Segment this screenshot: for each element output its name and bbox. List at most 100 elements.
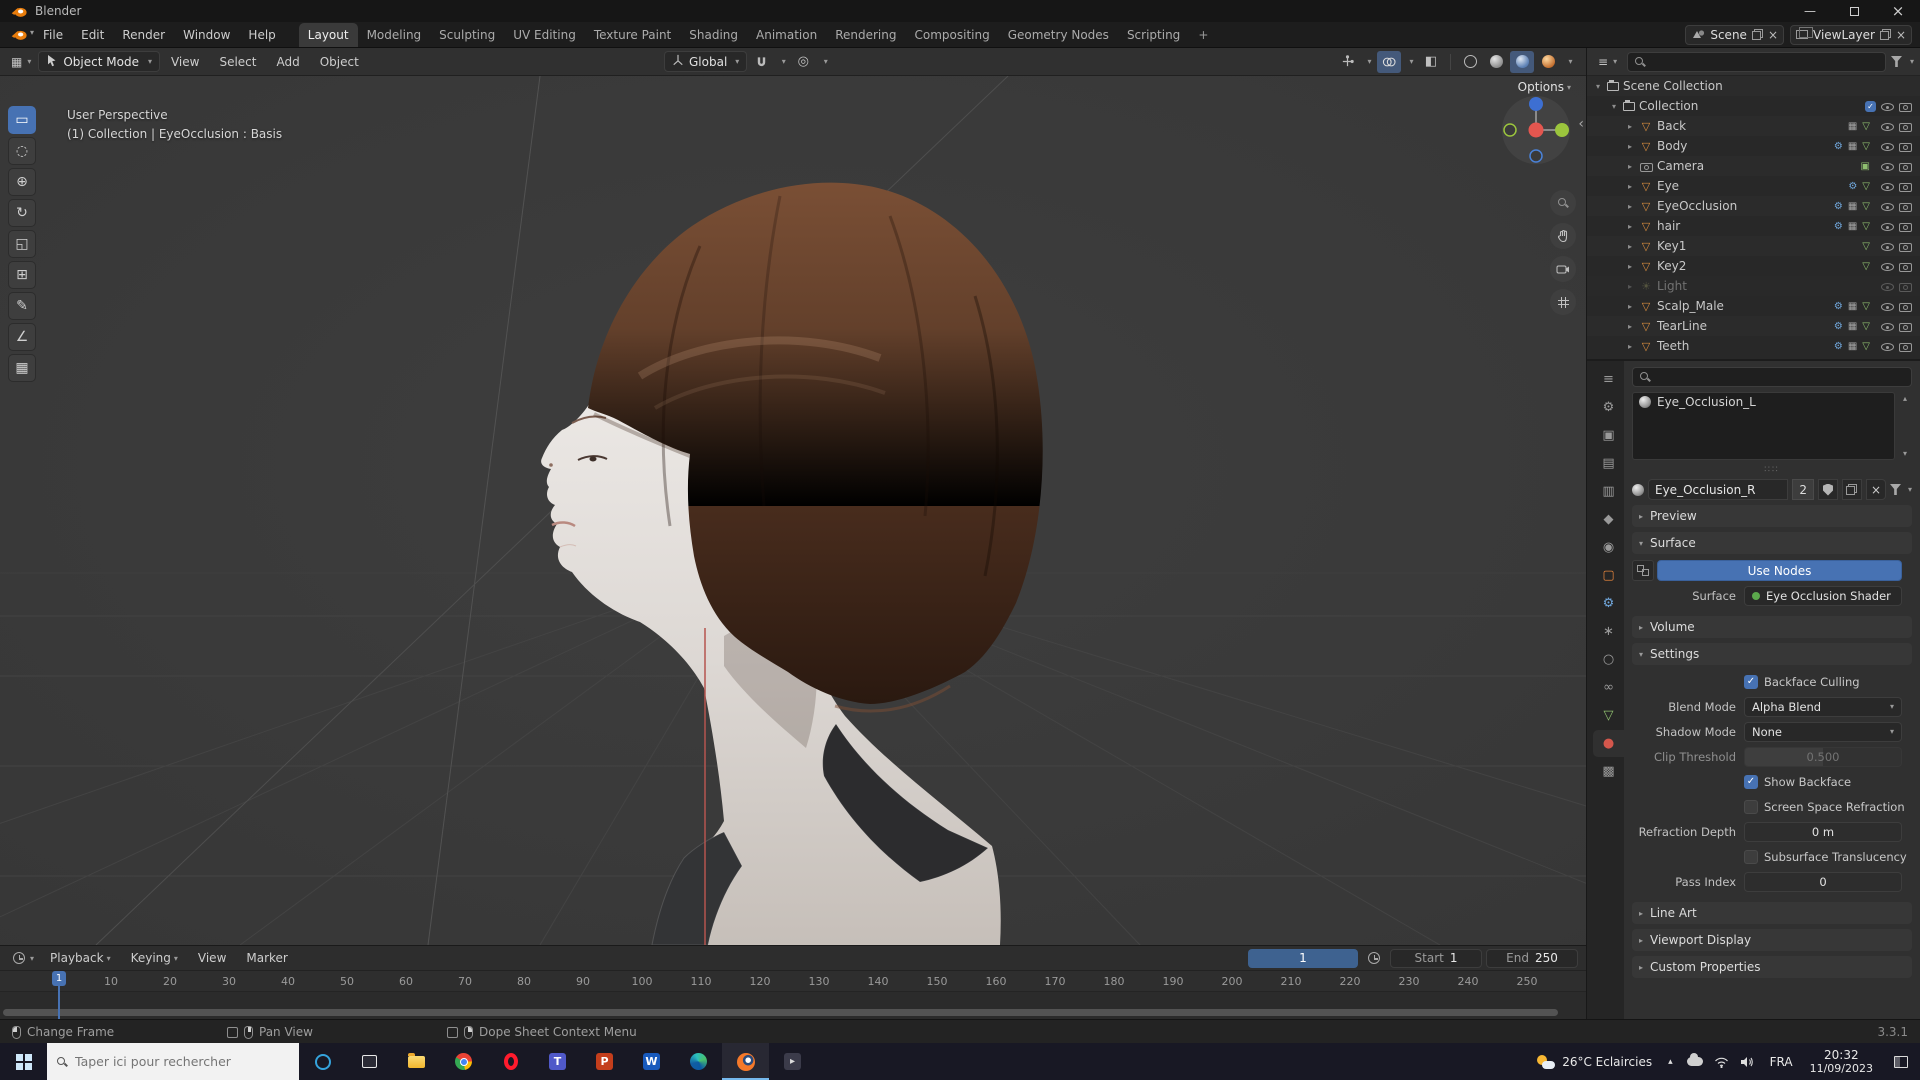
panel-preview[interactable]: ▸ Preview	[1632, 505, 1912, 527]
chrome-button[interactable]	[440, 1043, 487, 1080]
panel-settings[interactable]: ▾ Settings	[1632, 643, 1912, 665]
shading-wireframe-button[interactable]	[1458, 51, 1482, 73]
tool-tab[interactable]: ⚙	[1593, 394, 1624, 421]
remove-view-layer-icon[interactable]: ×	[1896, 28, 1906, 42]
render-tab[interactable]: ▣	[1593, 422, 1624, 449]
outliner-item-label[interactable]: Key2	[1657, 259, 1686, 273]
properties-search-field[interactable]	[1632, 367, 1912, 387]
outliner-row[interactable]: ▸ ▽ Key2 ▽	[1587, 256, 1920, 276]
disable-in-renders-toggle[interactable]	[1898, 199, 1912, 213]
unlink-material-button[interactable]: ×	[1865, 479, 1886, 500]
hide-in-viewport-toggle[interactable]	[1880, 259, 1894, 273]
outliner-item-label[interactable]: TearLine	[1657, 319, 1707, 333]
outliner-row-eyeocclusion[interactable]: ▸ ▽ EyeOcclusion ⚙ ▦ ▽	[1587, 196, 1920, 216]
menu-render[interactable]: Render	[113, 22, 174, 47]
timeline-scrollbar[interactable]	[3, 1009, 1558, 1016]
outliner-item-label[interactable]: Camera	[1657, 159, 1704, 173]
outliner-search-field[interactable]	[1627, 51, 1886, 72]
powerpoint-button[interactable]	[581, 1043, 628, 1080]
tab-geometry-nodes[interactable]: Geometry Nodes	[999, 23, 1118, 47]
tab-compositing[interactable]: Compositing	[905, 23, 998, 47]
snap-dropdown[interactable]: ▾	[775, 51, 789, 73]
disclosure-icon[interactable]: ▸	[1625, 202, 1635, 211]
filter-dropdown-icon[interactable]: ▾	[1908, 485, 1912, 494]
annotate-tool[interactable]: ✎	[8, 292, 36, 320]
tab-scripting[interactable]: Scripting	[1118, 23, 1189, 47]
blender-menu-icon[interactable]: ▾	[10, 28, 34, 41]
show-overlays-toggle[interactable]	[1377, 50, 1401, 73]
material-slot-list[interactable]: Eye_Occlusion_L	[1632, 392, 1895, 460]
disclosure-icon[interactable]: ▸	[1625, 222, 1635, 231]
collection-checkbox[interactable]: ✓	[1865, 100, 1876, 112]
hide-in-viewport-toggle[interactable]	[1880, 339, 1894, 353]
mode-dropdown[interactable]: Object Mode ▾	[38, 51, 160, 72]
texture-tab[interactable]: ▩	[1593, 758, 1624, 785]
disclosure-icon[interactable]: ▸	[1625, 122, 1635, 131]
snap-toggle[interactable]	[749, 51, 773, 73]
disable-in-renders-toggle[interactable]	[1898, 219, 1912, 233]
task-view-button[interactable]	[346, 1043, 393, 1080]
menu-marker[interactable]: Marker	[237, 946, 296, 970]
outliner-item-label[interactable]: Eye	[1657, 179, 1679, 193]
filter-icon[interactable]	[1889, 484, 1901, 495]
menu-add[interactable]: Add	[267, 48, 308, 75]
transform-tool[interactable]: ⊞	[8, 261, 36, 289]
tab-texture-paint[interactable]: Texture Paint	[585, 23, 680, 47]
disable-in-renders-toggle[interactable]	[1898, 259, 1912, 273]
outliner-row-scene-collection[interactable]: ▾ Scene Collection	[1587, 76, 1920, 96]
timeline-editor-type-button[interactable]: ▾	[8, 950, 39, 966]
hide-in-viewport-toggle[interactable]	[1880, 239, 1894, 253]
disable-in-renders-toggle[interactable]	[1898, 299, 1912, 313]
outliner-item-label[interactable]: Key1	[1657, 239, 1686, 253]
panel-volume[interactable]: ▸ Volume	[1632, 616, 1912, 638]
overlays-dropdown[interactable]: ▾	[1403, 51, 1417, 73]
network-icon[interactable]	[1714, 1056, 1729, 1068]
navigation-gizmo[interactable]	[1500, 94, 1572, 166]
object-data-tab[interactable]: ▽	[1593, 702, 1624, 729]
clock-widget[interactable]: 20:32 11/09/2023	[1801, 1043, 1882, 1080]
hide-in-viewport-toggle[interactable]	[1880, 179, 1894, 193]
slot-list-scroll[interactable]: ▴ ▾	[1898, 392, 1912, 460]
timeline-track[interactable]	[0, 992, 1586, 1019]
scale-tool[interactable]: ◱	[8, 230, 36, 258]
menu-timeline-view[interactable]: View	[189, 946, 235, 970]
outliner-item-label[interactable]: Scalp_Male	[1657, 299, 1724, 313]
outliner-row[interactable]: ▸ Camera ▣	[1587, 156, 1920, 176]
select-box-tool[interactable]: ▭	[8, 106, 36, 134]
camera-view-button[interactable]	[1550, 256, 1576, 282]
object-tab[interactable]: ▢	[1593, 562, 1624, 589]
word-button[interactable]	[628, 1043, 675, 1080]
timeline-ruler-area[interactable]: 1 10 20 30 40 50 60 70 80 90 100 110 120…	[0, 971, 1586, 1019]
zoom-button[interactable]	[1550, 190, 1576, 216]
pan-button[interactable]	[1550, 223, 1576, 249]
start-button[interactable]	[0, 1043, 47, 1080]
disclosure-icon[interactable]: ▸	[1625, 182, 1635, 191]
clip-threshold-slider[interactable]: 0.500	[1744, 746, 1902, 767]
hide-in-viewport-toggle[interactable]	[1880, 139, 1894, 153]
teams-button[interactable]	[534, 1043, 581, 1080]
disable-in-renders-toggle[interactable]	[1898, 139, 1912, 153]
tray-expand-button[interactable]: ▴	[1662, 1043, 1679, 1080]
frame-start-field[interactable]: Start 1	[1390, 948, 1482, 968]
tab-layout[interactable]: Layout	[298, 23, 358, 47]
close-button[interactable]: ×	[1876, 0, 1920, 22]
blender-taskbar-button[interactable]	[722, 1043, 769, 1080]
menu-playback[interactable]: Playback ▾	[41, 946, 120, 970]
weather-widget[interactable]: 26°C Eclaircies	[1527, 1043, 1662, 1080]
filter-icon[interactable]	[1890, 56, 1902, 67]
surface-shader-field[interactable]: Eye Occlusion Shader	[1744, 585, 1902, 606]
shadow-mode-dropdown[interactable]: None ▾	[1744, 721, 1902, 742]
disable-in-renders-toggle[interactable]	[1898, 319, 1912, 333]
panel-custom-properties[interactable]: ▸ Custom Properties	[1632, 956, 1912, 978]
disclosure-icon[interactable]: ▾	[1593, 82, 1603, 91]
menu-help[interactable]: Help	[239, 22, 284, 47]
menu-window[interactable]: Window	[174, 22, 239, 47]
screen-space-refraction-checkbox[interactable]: Screen Space Refraction	[1744, 799, 1905, 814]
frame-end-field[interactable]: End 250	[1486, 948, 1578, 968]
outliner-row[interactable]: ▸ ▽ Key1 ▽	[1587, 236, 1920, 256]
outliner-row[interactable]: ▸ ▽ Back ▦ ▽	[1587, 116, 1920, 136]
disable-in-renders-toggle[interactable]	[1898, 119, 1912, 133]
disclosure-icon[interactable]: ▸	[1625, 342, 1635, 351]
view-layer-tab[interactable]: ▥	[1593, 478, 1624, 505]
volume-icon[interactable]	[1740, 1056, 1754, 1068]
